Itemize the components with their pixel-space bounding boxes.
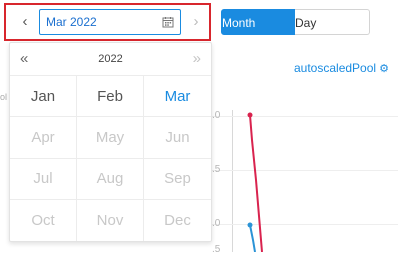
month-picker-value: Mar 2022 xyxy=(46,15,97,29)
dropdown-header: « 2022 » xyxy=(10,43,211,76)
month-cell-dec: Dec xyxy=(164,211,191,229)
month-cell-sep: Sep xyxy=(144,159,211,200)
chevron-right-icon[interactable]: › xyxy=(185,10,207,32)
month-cell-jul: Jul xyxy=(10,158,77,200)
day-view-button[interactable]: Day xyxy=(295,9,370,35)
month-cell-oct: Oct xyxy=(10,199,77,241)
series-line-blue xyxy=(249,224,256,252)
year-label[interactable]: 2022 xyxy=(10,53,211,65)
double-chevron-right-icon[interactable]: » xyxy=(193,50,201,67)
month-cell-jan[interactable]: Jan xyxy=(10,76,77,118)
series-point-red xyxy=(247,112,253,118)
month-view-button[interactable]: Month xyxy=(221,9,295,35)
chevron-left-icon[interactable]: ‹ xyxy=(14,10,36,32)
month-cell-may: May xyxy=(77,117,144,159)
month-cell-aug: Aug xyxy=(77,158,144,200)
month-picker-dropdown: « 2022 » Jan Feb Mar Apr May Jun Jul Aug Sep Oct N… xyxy=(9,42,212,242)
month-cell-nov: Nov xyxy=(77,199,144,241)
month-cell-apr: Apr xyxy=(10,117,77,159)
series-point-blue xyxy=(247,222,253,228)
month-picker-input[interactable]: Mar 2022 xyxy=(39,9,181,35)
calendar-icon[interactable] xyxy=(162,16,174,28)
month-cell-jun: Jun xyxy=(144,117,211,159)
month-cell-mar[interactable]: Mar xyxy=(144,76,211,118)
month-grid: Jan Feb Mar Apr May Jun Jul Aug Sep Oct Nov Dec xyxy=(10,76,211,241)
month-cell-feb[interactable]: Feb xyxy=(77,76,144,118)
